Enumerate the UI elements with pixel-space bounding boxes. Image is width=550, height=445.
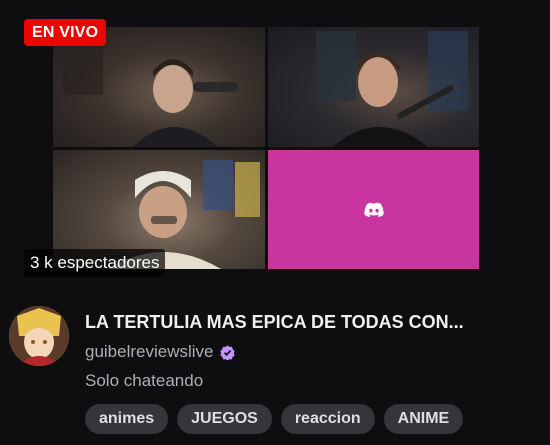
tag-reaccion[interactable]: reaccion xyxy=(280,404,375,434)
verified-badge-icon xyxy=(219,344,235,360)
channel-avatar[interactable] xyxy=(9,306,69,366)
viewer-count: 3 k espectadores xyxy=(24,249,166,277)
stream-category[interactable]: Solo chateando xyxy=(85,371,203,391)
webcam-tile-2 xyxy=(268,27,479,147)
stream-thumbnail[interactable]: EN VIVO 3 k espectadores xyxy=(0,0,550,290)
channel-link[interactable]: guibelreviewslive xyxy=(85,342,235,362)
avatar-image xyxy=(9,306,69,366)
tag-list: animes JUEGOS reaccion ANIME xyxy=(85,404,464,434)
streamer-figure-2 xyxy=(316,31,468,147)
discord-icon xyxy=(363,202,384,217)
tag-juegos[interactable]: JUEGOS xyxy=(177,404,272,434)
channel-name: guibelreviewslive xyxy=(85,342,214,361)
live-badge: EN VIVO xyxy=(24,19,107,46)
tag-animes[interactable]: animes xyxy=(85,404,169,434)
stream-title[interactable]: LA TERTULIA MAS EPICA DE TODAS CON... xyxy=(85,312,535,333)
discord-tile xyxy=(268,150,479,269)
tag-anime[interactable]: ANIME xyxy=(383,404,464,434)
